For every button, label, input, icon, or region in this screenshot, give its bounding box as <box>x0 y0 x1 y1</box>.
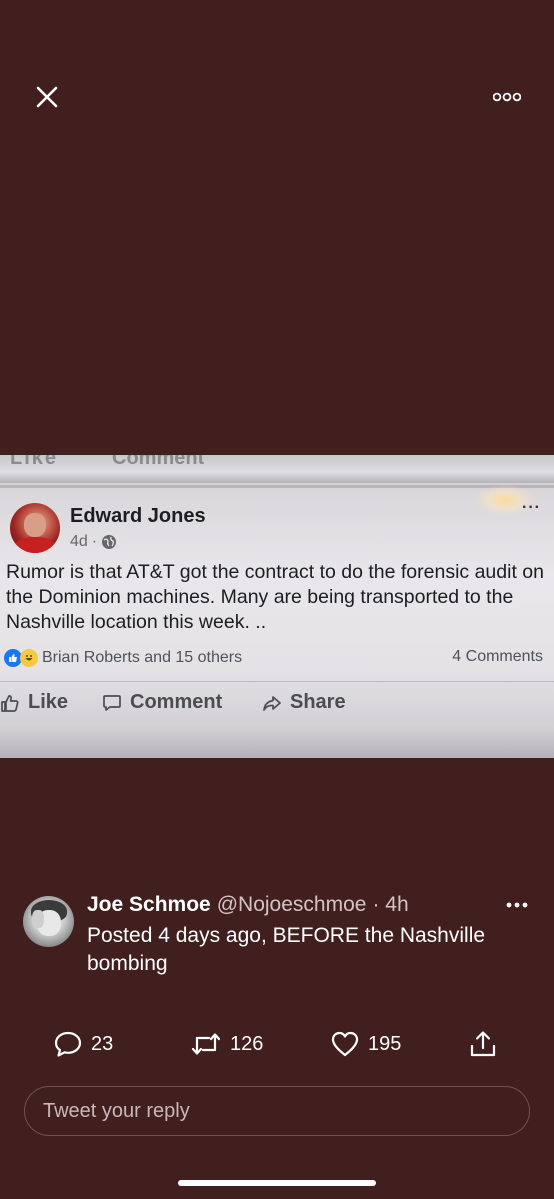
like-count: 195 <box>368 1032 402 1055</box>
fb-like-action: Like <box>0 691 68 714</box>
fb-post-time: 4d <box>70 533 88 550</box>
tweet-author-name[interactable]: Joe Schmoe <box>87 893 211 917</box>
tweet-author-avatar[interactable] <box>23 896 74 947</box>
fb-share-action: Share <box>262 691 346 714</box>
reply-count: 23 <box>91 1032 114 1055</box>
reply-input-box[interactable] <box>24 1086 530 1136</box>
reply-input[interactable] <box>43 1099 529 1123</box>
fb-author-name: Edward Jones <box>70 505 206 527</box>
share-upload-icon <box>470 1031 496 1057</box>
tweet-author-handle[interactable]: @Nojoeschmoe <box>217 893 367 917</box>
avatar-shirt <box>15 537 55 553</box>
fb-comment-label: Comment <box>130 691 223 713</box>
fb-action-bar: Like Comment Share <box>0 691 554 721</box>
fb-meta-separator: · <box>91 533 98 550</box>
fb-share-label: Share <box>290 691 346 713</box>
fb-reactions: Brian Roberts and 15 others <box>4 649 242 667</box>
fb-post-meta: 4d · <box>70 533 117 551</box>
heart-icon <box>331 1031 359 1057</box>
comment-icon <box>103 694 121 711</box>
close-icon <box>36 86 58 108</box>
photo-bottom-strip <box>0 723 554 758</box>
thumbs-up-icon <box>1 694 19 712</box>
ghost-comment-text: Comment <box>112 455 205 469</box>
ghost-like-text: Like <box>10 455 59 469</box>
more-horizontal-icon <box>506 902 528 908</box>
home-indicator[interactable] <box>178 1180 376 1186</box>
share-arrow-icon <box>263 695 281 711</box>
tweet-text: Posted 4 days ago, BEFORE the Nashville … <box>87 924 486 975</box>
tweet-more-button[interactable] <box>503 896 531 914</box>
tweet-header: Joe Schmoe @Nojoeschmoe · 4h <box>87 893 409 917</box>
attached-photo[interactable]: Like Comment ··· Edward Jones 4d · Rumor… <box>0 455 554 758</box>
reply-bubble-icon <box>54 1031 82 1057</box>
avatar-hand <box>32 910 44 928</box>
tweet-action-bar: 23 126 195 <box>0 1026 554 1062</box>
fb-comment-action: Comment <box>102 691 222 714</box>
more-options-icon <box>493 92 521 102</box>
retweet-button[interactable]: 126 <box>190 1026 263 1062</box>
fb-more-dots: ··· <box>522 499 541 516</box>
close-button[interactable] <box>30 80 64 114</box>
retweet-icon <box>191 1033 221 1055</box>
fb-post-text: Rumor is that AT&T got the contract to d… <box>6 561 544 633</box>
fb-comments-count: 4 Comments <box>452 648 543 665</box>
more-options-button[interactable] <box>488 84 526 110</box>
card-edge <box>0 485 554 488</box>
tweet-time: · 4h <box>372 893 409 916</box>
fb-reactions-text: Brian Roberts and 15 others <box>42 649 243 666</box>
fb-divider <box>0 681 554 682</box>
reply-button[interactable]: 23 <box>53 1026 113 1062</box>
globe-icon <box>102 535 117 549</box>
retweet-count: 126 <box>230 1032 264 1055</box>
fb-like-label: Like <box>28 691 69 713</box>
like-button[interactable]: 195 <box>330 1026 401 1062</box>
avatar-face <box>24 513 46 537</box>
fb-author-avatar <box>10 503 60 553</box>
haha-reaction-icon <box>20 649 38 667</box>
share-button[interactable] <box>468 1026 498 1062</box>
photo-top-strip: Like Comment <box>0 455 554 483</box>
